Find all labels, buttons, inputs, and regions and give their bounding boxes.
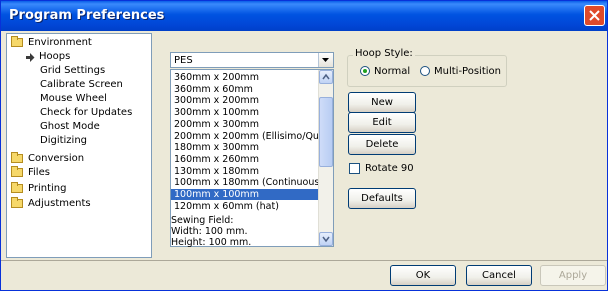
hoop-list-item[interactable]: 200mm x 200mm (Ellisimo/Quattro) — [171, 131, 320, 142]
radio-normal-label[interactable]: Normal — [374, 66, 410, 77]
list-scrollbar[interactable] — [318, 70, 333, 246]
hoop-list-item[interactable]: 360mm x 200mm — [171, 72, 320, 83]
folder-icon — [11, 166, 23, 177]
rotate-90-label[interactable]: Rotate 90 — [365, 163, 414, 174]
hoop-list-item[interactable]: 100mm x 100mm — [171, 189, 320, 200]
folder-icon — [11, 152, 23, 163]
tree-item-grid-settings[interactable]: Grid Settings — [40, 64, 105, 78]
radio-multi-position-label[interactable]: Multi-Position — [434, 66, 501, 77]
tree-item-calibrate-screen[interactable]: Calibrate Screen — [40, 78, 123, 92]
hoop-list-item[interactable]: 160mm x 260mm — [171, 154, 320, 165]
sewing-field-width: Width: 100 mm. — [171, 226, 248, 237]
title-bar[interactable]: Program Preferences — [1, 1, 607, 31]
hoop-style-label: Hoop Style: — [353, 48, 415, 59]
folder-icon — [11, 36, 23, 47]
rotate-90-checkbox[interactable] — [349, 163, 360, 174]
footer-divider — [1, 260, 607, 261]
hoop-list-item[interactable]: 360mm x 60mm — [171, 84, 320, 95]
sewing-field-title: Sewing Field: — [171, 215, 234, 226]
defaults-button[interactable]: Defaults — [348, 188, 416, 209]
ok-button[interactable]: OK — [390, 265, 456, 286]
new-button[interactable]: New — [348, 92, 416, 113]
chevron-down-icon — [322, 58, 329, 62]
close-icon — [589, 10, 600, 21]
hoop-list-item[interactable]: 180mm x 300mm — [171, 142, 320, 153]
radio-selected-dot — [363, 69, 367, 73]
combo-dropdown-button[interactable] — [318, 53, 333, 67]
program-preferences-window: Program Preferences Environment Hoops Gr… — [0, 0, 608, 291]
arrow-right-icon — [26, 53, 35, 62]
cancel-button[interactable]: Cancel — [466, 265, 532, 286]
tree-item-digitizing[interactable]: Digitizing — [40, 134, 87, 148]
format-combo[interactable]: PES — [170, 52, 334, 68]
radio-normal[interactable] — [360, 66, 370, 76]
format-combo-value: PES — [174, 55, 193, 66]
hoop-list-item[interactable]: 100mm x 180mm (Continuous) — [171, 177, 320, 188]
hoop-list-item[interactable]: 130mm x 180mm — [171, 166, 320, 177]
close-button[interactable] — [584, 5, 605, 26]
hoop-list-item[interactable]: 300mm x 100mm — [171, 107, 320, 118]
scroll-thumb[interactable] — [319, 97, 333, 167]
apply-button[interactable]: Apply — [540, 265, 606, 286]
folder-icon — [11, 197, 23, 208]
tree-item-check-for-updates[interactable]: Check for Updates — [40, 106, 132, 120]
tree-item-ghost-mode[interactable]: Ghost Mode — [40, 120, 100, 134]
hoop-list-item[interactable]: 120mm x 60mm (hat) — [171, 201, 320, 212]
chevron-down-icon — [322, 236, 330, 243]
tree-item-mouse-wheel[interactable]: Mouse Wheel — [40, 92, 107, 106]
scroll-down-button[interactable] — [319, 232, 333, 246]
settings-tree[interactable]: Environment Hoops Grid Settings Calibrat… — [6, 33, 152, 258]
sewing-field-info: Sewing Field: Width: 100 mm. Height: 100… — [171, 215, 251, 248]
chevron-up-icon — [322, 73, 330, 80]
folder-icon — [11, 182, 23, 193]
window-title: Program Preferences — [9, 8, 165, 23]
hoop-list-item[interactable]: 200mm x 300mm — [171, 119, 320, 130]
radio-multi-position[interactable] — [420, 66, 430, 76]
hoop-list-item[interactable]: 300mm x 200mm — [171, 95, 320, 106]
delete-button[interactable]: Delete — [348, 134, 416, 155]
scroll-up-button[interactable] — [319, 70, 333, 84]
edit-button[interactable]: Edit — [348, 112, 416, 133]
sewing-field-height: Height: 100 mm. — [171, 237, 252, 248]
